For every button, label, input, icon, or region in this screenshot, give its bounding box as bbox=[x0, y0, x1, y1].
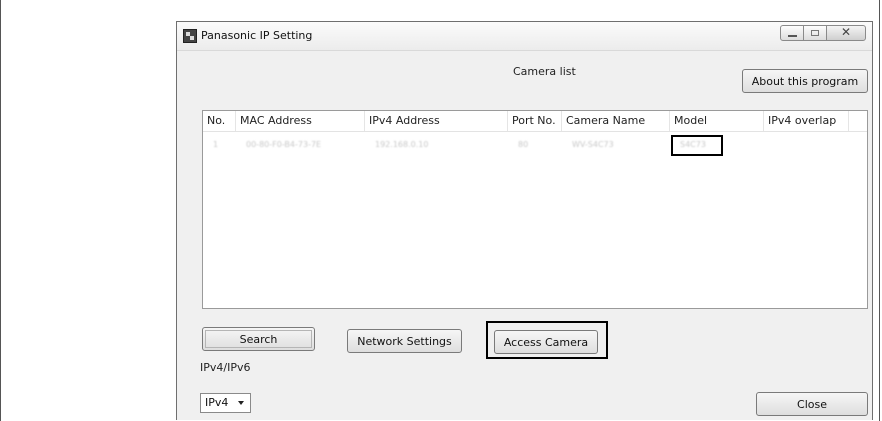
table-row[interactable]: 1 00-80-F0-B4-73-7E 192.168.0.10 80 WV-S… bbox=[203, 137, 867, 153]
title-bar: Panasonic IP Setting ✕ bbox=[177, 22, 872, 51]
chevron-down-icon bbox=[238, 401, 244, 405]
cell-model: S4C73 bbox=[680, 140, 706, 149]
close-icon: ✕ bbox=[840, 25, 852, 39]
search-button[interactable]: Search bbox=[202, 327, 315, 351]
camera-list-table[interactable]: No. MAC Address IPv4 Address Port No. Ca… bbox=[202, 110, 868, 309]
column-header-mac-address[interactable]: MAC Address bbox=[236, 111, 365, 131]
window-controls: ✕ bbox=[780, 25, 866, 43]
cell-mac-address: 00-80-F0-B4-73-7E bbox=[246, 140, 322, 149]
access-camera-button[interactable]: Access Camera bbox=[494, 330, 598, 354]
minimize-icon bbox=[788, 35, 797, 37]
column-header-no[interactable]: No. bbox=[203, 111, 236, 131]
maximize-button[interactable] bbox=[803, 25, 827, 41]
close-window-button[interactable]: ✕ bbox=[826, 25, 866, 41]
column-header-model[interactable]: Model bbox=[670, 111, 764, 131]
close-button[interactable]: Close bbox=[756, 392, 868, 416]
maximize-icon bbox=[811, 30, 819, 36]
column-header-ipv4-address[interactable]: IPv4 Address bbox=[365, 111, 508, 131]
ip-version-select[interactable]: IPv4 bbox=[200, 393, 251, 413]
network-settings-button[interactable]: Network Settings bbox=[347, 329, 462, 353]
cell-camera-name: WV-S4C73 bbox=[572, 140, 614, 149]
ip-setting-window: Panasonic IP Setting ✕ Camera list About… bbox=[176, 21, 873, 420]
camera-list-label: Camera list bbox=[513, 65, 576, 78]
column-header-port-no[interactable]: Port No. bbox=[508, 111, 562, 131]
cell-no: 1 bbox=[213, 140, 219, 149]
ip-version-selected-value: IPv4 bbox=[205, 396, 229, 409]
cell-ipv4-address: 192.168.0.10 bbox=[375, 140, 429, 149]
cell-port-no: 80 bbox=[518, 140, 529, 149]
column-header-camera-name[interactable]: Camera Name bbox=[562, 111, 670, 131]
about-this-program-button[interactable]: About this program bbox=[742, 69, 868, 93]
table-header: No. MAC Address IPv4 Address Port No. Ca… bbox=[203, 111, 867, 132]
cell-ipv4-overlap bbox=[764, 137, 849, 153]
minimize-button[interactable] bbox=[780, 25, 804, 41]
window-title: Panasonic IP Setting bbox=[201, 29, 313, 42]
column-header-ipv4-overlap[interactable]: IPv4 overlap bbox=[764, 111, 849, 131]
ip-version-label: IPv4/IPv6 bbox=[200, 361, 251, 374]
app-icon bbox=[183, 29, 197, 43]
